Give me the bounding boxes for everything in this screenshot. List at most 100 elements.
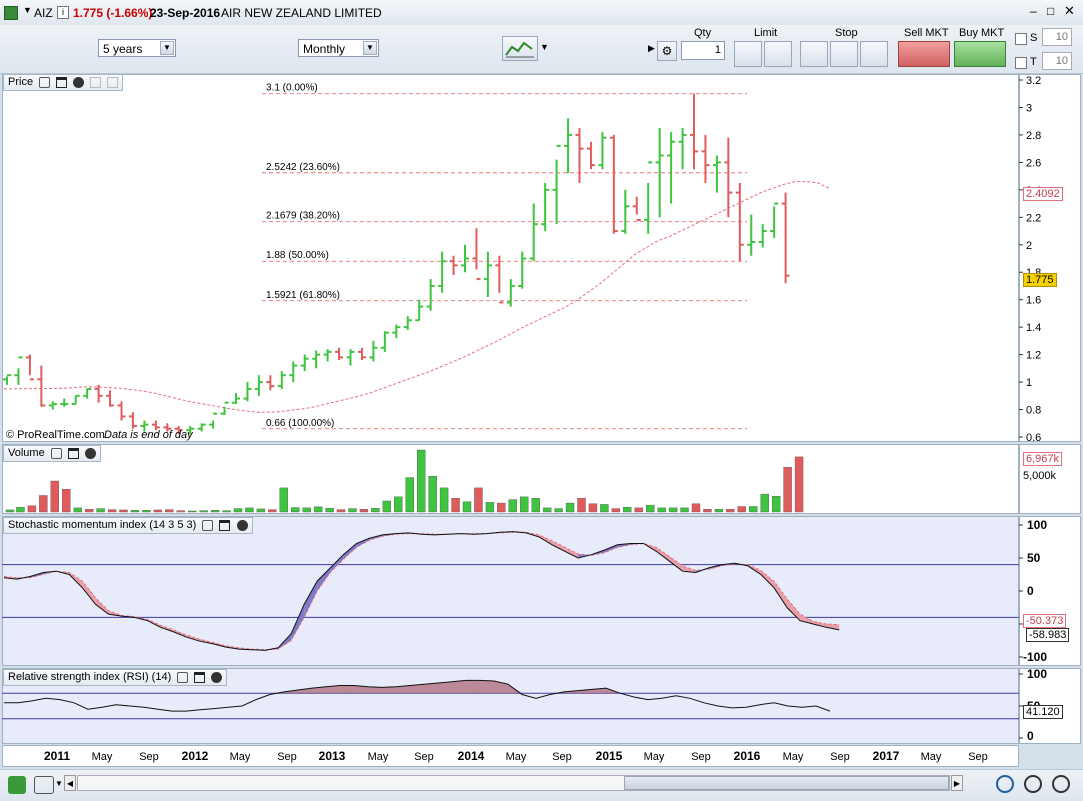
volume-bar [531,498,540,513]
smi-fill [773,581,787,608]
stop-button-3[interactable] [860,41,888,67]
stop-button-2[interactable] [830,41,858,67]
chevron-down-icon: ▼ [363,41,377,55]
price-bar [586,141,595,170]
volume-bar [760,493,769,513]
price-bar [71,394,80,406]
price-bar [197,423,206,432]
indicator-list-icon[interactable] [34,776,54,794]
price-bar [3,374,11,385]
price-bar [403,316,412,330]
time-tick-label: Sep [552,751,572,763]
stop-button-1[interactable] [800,41,828,67]
window-icon[interactable] [219,519,231,531]
order-settings-button[interactable]: ⚙ [657,41,677,61]
s-input[interactable]: 10 [1042,28,1072,46]
symbol-label[interactable]: AIZ [34,6,53,20]
zoom-fit-icon[interactable] [996,775,1014,793]
order-panel-toggle-icon[interactable]: ▶ [648,43,655,54]
close-icon[interactable] [84,447,96,459]
dropdown-arrow-icon[interactable]: ▼ [55,779,63,788]
volume-bar [657,507,666,513]
zoom-out-icon[interactable] [1024,775,1042,793]
ma-value-badge: 2.4092 [1023,187,1063,201]
qty-input[interactable]: 1 [681,41,725,60]
wrench-icon[interactable] [177,671,189,683]
price-bar [25,354,34,381]
price-bar [632,196,641,222]
volume-bar [680,507,689,513]
add-indicator-icon[interactable] [8,776,26,794]
s-label: S [1030,32,1038,44]
rsi-overbought-fill [438,681,452,694]
volume-bar [417,449,426,513]
t-checkbox[interactable] [1015,57,1027,69]
price-bar [266,375,275,391]
price-bar [461,244,469,273]
t-input[interactable]: 10 [1042,52,1072,70]
t-label: T [1030,56,1037,68]
price-chart: 3.1 (0.00%) 2.5242 (23.60%) 2.1679 (38.20%… [3,83,830,435]
minimize-icon[interactable]: – [1030,4,1037,18]
period-select[interactable]: 5 years ▼ [98,39,176,57]
scroll-left-icon[interactable]: ◀ [64,775,76,791]
scrollbar-thumb[interactable] [624,776,949,790]
collapse-icon[interactable] [107,76,119,88]
buy-mkt-button[interactable] [954,41,1006,67]
volume-bar [107,509,117,513]
expand-icon[interactable] [90,76,102,88]
rsi-overbought-fill [452,680,466,694]
time-tick-label: May [644,751,665,763]
window-icon[interactable] [194,671,206,683]
price-bar [529,203,538,262]
chart-type-dropdown-icon[interactable]: ▼ [540,42,549,52]
chart-type-button[interactable] [502,36,538,61]
smi-tick-label: 100 [1027,518,1047,532]
price-tick-label: 1.6 [1026,295,1041,307]
wrench-icon[interactable] [202,519,214,531]
volume-bar [302,507,311,513]
price-bar [449,255,458,275]
volume-bar [577,498,586,513]
window-icon[interactable] [56,76,68,88]
time-tick-label: May [368,751,389,763]
sell-mkt-label: Sell MKT [904,27,949,39]
volume-bar [428,475,437,513]
price-bar [323,349,332,362]
zoom-in-icon[interactable] [1052,775,1070,793]
rsi-panel-label: Relative strength index (RSI) (14) [3,669,228,686]
time-axis-ticks: 2011 May Sep 2012 May Sep 2013 May Sep 2014 May Sep… [44,749,988,763]
close-icon[interactable] [236,519,248,531]
maximize-icon[interactable]: □ [1047,4,1054,18]
volume-bar [142,510,151,513]
close-icon[interactable]: ✕ [1064,3,1075,19]
wrench-icon[interactable] [50,447,62,459]
price-bar [117,401,126,421]
interval-select[interactable]: Monthly ▼ [298,39,379,57]
price-bar [552,144,561,225]
close-icon[interactable] [73,76,85,88]
limit-sell-button[interactable] [764,41,792,67]
price-bar [415,299,424,322]
scroll-right-icon[interactable]: ▶ [951,775,963,791]
sell-mkt-button[interactable] [898,41,950,67]
volume-bar [794,456,804,513]
price-bar [747,214,756,256]
volume-bar [497,502,506,513]
time-tick-label: 2017 [873,749,900,763]
dropdown-arrow-icon[interactable]: ▼ [23,5,32,15]
price-tick-label: 3.2 [1026,75,1041,87]
limit-buy-button[interactable] [734,41,762,67]
s-checkbox[interactable] [1015,33,1027,45]
price-bar [335,347,344,361]
wrench-icon[interactable] [39,76,51,88]
window-icon[interactable] [67,447,79,459]
price-bar [60,398,69,407]
rsi-overbought-fill [480,680,494,694]
volume-bar [382,500,392,513]
info-icon[interactable]: i [57,6,69,19]
close-icon[interactable] [211,671,223,683]
price-tick-label: 2.6 [1026,157,1041,169]
volume-bar [176,510,185,513]
volume-bar [39,495,48,513]
